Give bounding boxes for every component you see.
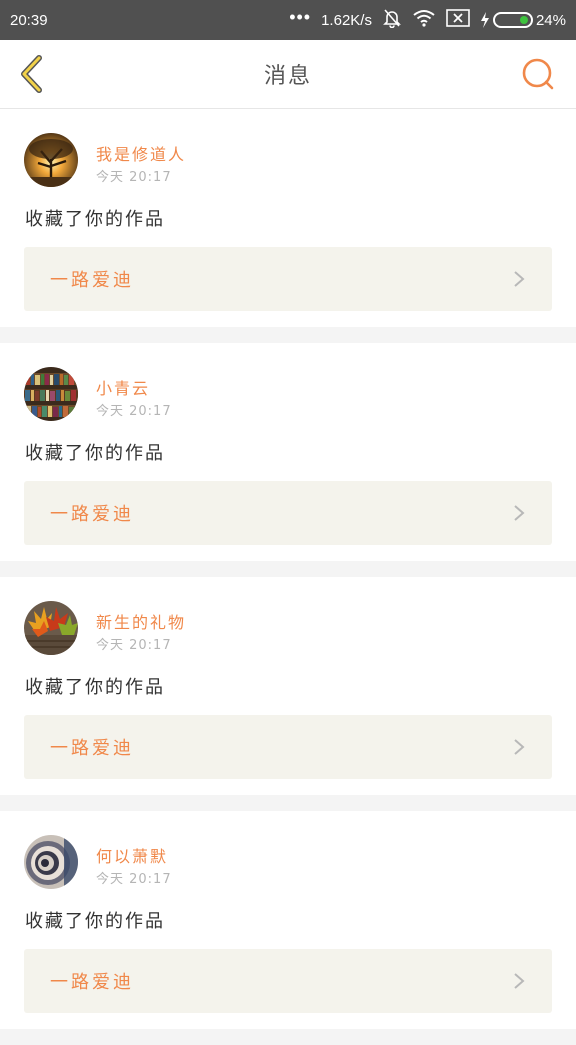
back-button[interactable] xyxy=(12,52,52,96)
username[interactable]: 新生的礼物 xyxy=(96,609,186,633)
work-title: 一路爱迪 xyxy=(50,270,134,291)
work-title: 一路爱迪 xyxy=(50,504,134,525)
work-title: 一路爱迪 xyxy=(50,738,134,759)
network-speed: 1.62K/s xyxy=(321,11,372,29)
nav-bar: 消息 xyxy=(0,40,576,109)
page-title: 消息 xyxy=(263,64,312,89)
chevron-left-icon xyxy=(21,55,42,93)
tree-sunset-avatar xyxy=(24,133,78,187)
status-icons: ••• 1.62K/s 24% xyxy=(289,8,566,32)
message-card: 新生的礼物 今天 20:17 收藏了你的作品 一路爱迪 xyxy=(0,577,576,795)
chevron-right-icon xyxy=(514,973,525,989)
message-time: 今天 20:17 xyxy=(96,638,172,653)
work-link[interactable]: 一路爱迪 xyxy=(24,247,552,311)
work-link[interactable]: 一路爱迪 xyxy=(24,715,552,779)
avatar[interactable] xyxy=(24,367,78,421)
spiral-avatar xyxy=(24,835,78,889)
bookshelf-avatar xyxy=(24,367,78,421)
chevron-right-icon xyxy=(514,505,525,521)
username[interactable]: 我是修道人 xyxy=(96,141,186,165)
battery-indicator: 24% xyxy=(480,12,566,29)
autumn-leaves-avatar xyxy=(24,601,78,655)
username[interactable]: 小青云 xyxy=(96,375,150,399)
bell-muted-icon xyxy=(382,8,402,32)
message-action: 收藏了你的作品 xyxy=(25,911,165,932)
message-action: 收藏了你的作品 xyxy=(25,443,165,464)
message-card: 我是修道人 今天 20:17 收藏了你的作品 一路爱迪 xyxy=(0,109,576,327)
message-time: 今天 20:17 xyxy=(96,404,172,419)
avatar[interactable] xyxy=(24,133,78,187)
more-dots: ••• xyxy=(289,7,312,27)
battery-percent: 24% xyxy=(535,11,566,29)
message-card: 何以萧默 今天 20:17 收藏了你的作品 一路爱迪 xyxy=(0,811,576,1029)
charging-bolt-icon xyxy=(480,12,489,28)
search-icon xyxy=(522,58,554,90)
message-action: 收藏了你的作品 xyxy=(25,209,165,230)
chevron-right-icon xyxy=(514,271,525,287)
battery-fill xyxy=(519,16,528,24)
work-link[interactable]: 一路爱迪 xyxy=(24,481,552,545)
search-button[interactable] xyxy=(520,56,556,92)
status-time: 20:39 xyxy=(10,11,48,29)
work-link[interactable]: 一路爱迪 xyxy=(24,949,552,1013)
message-list: 我是修道人 今天 20:17 收藏了你的作品 一路爱迪 小青云 今天 20:17… xyxy=(0,109,576,1045)
status-bar: 20:39 ••• 1.62K/s 24% xyxy=(0,0,576,40)
wifi-icon xyxy=(412,9,436,31)
no-sim-icon xyxy=(446,9,470,31)
message-action: 收藏了你的作品 xyxy=(25,677,165,698)
message-time: 今天 20:17 xyxy=(96,872,172,887)
username[interactable]: 何以萧默 xyxy=(96,843,168,867)
battery-icon xyxy=(492,12,533,28)
chevron-right-icon xyxy=(514,739,525,755)
avatar[interactable] xyxy=(24,601,78,655)
message-card: 小青云 今天 20:17 收藏了你的作品 一路爱迪 xyxy=(0,343,576,561)
avatar[interactable] xyxy=(24,835,78,889)
work-title: 一路爱迪 xyxy=(50,972,134,993)
message-time: 今天 20:17 xyxy=(96,170,172,185)
